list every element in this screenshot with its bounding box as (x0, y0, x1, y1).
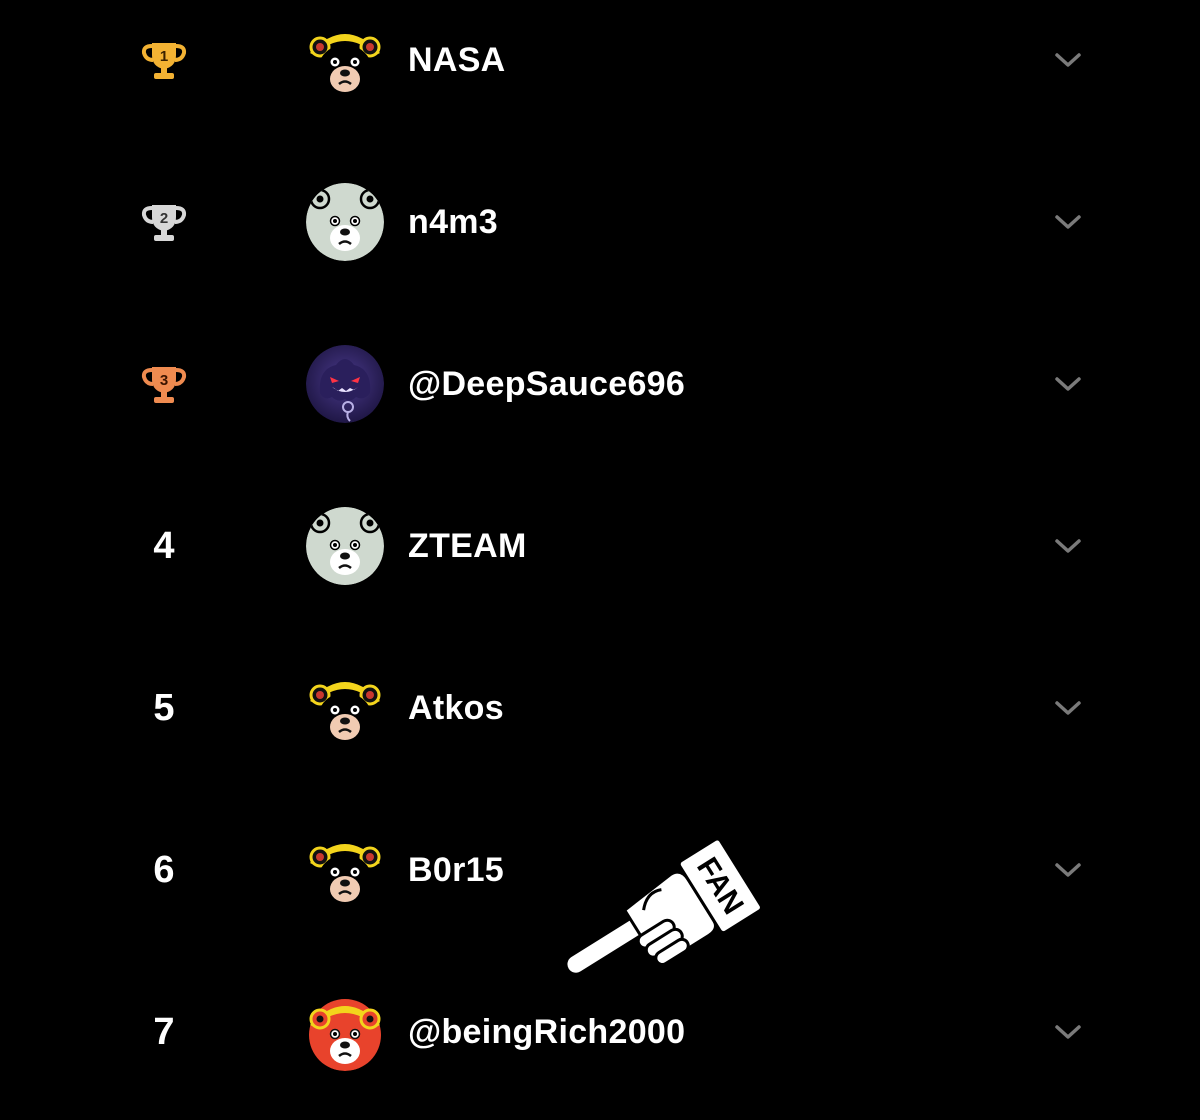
rank-badge: 2 (124, 162, 204, 282)
chevron-down-icon[interactable] (1050, 692, 1086, 724)
leaderboard-row[interactable]: 2 n4m3 (0, 162, 1200, 282)
rank-badge: 1 (124, 0, 204, 120)
rank-number: 5 (153, 686, 175, 729)
username: n4m3 (408, 203, 499, 241)
bear-avatar-icon (306, 993, 384, 1071)
rank-badge: 3 (124, 324, 204, 444)
avatar (306, 831, 384, 909)
bear-avatar-icon (306, 183, 384, 261)
bronze-trophy-icon: 3 (139, 359, 189, 409)
username: @beingRich2000 (408, 1013, 686, 1051)
bear-avatar-icon (306, 507, 384, 585)
username: ZTEAM (408, 527, 527, 565)
chevron-down-icon[interactable] (1050, 530, 1086, 562)
username: @DeepSauce696 (408, 365, 686, 403)
chevron-down-icon[interactable] (1050, 44, 1086, 76)
leaderboard-row[interactable]: 5 Atkos (0, 648, 1200, 768)
trophy-rank-label: 2 (160, 210, 168, 227)
fan-sticker: FAN (555, 837, 763, 988)
rank-number: 6 (153, 848, 175, 891)
avatar (306, 183, 384, 261)
avatar (306, 21, 384, 99)
trophy-rank-label: 3 (160, 372, 168, 389)
rank-number: 7 (153, 1010, 175, 1053)
chevron-down-icon[interactable] (1050, 854, 1086, 886)
chevron-down-icon[interactable] (1050, 206, 1086, 238)
chevron-down-icon[interactable] (1050, 1016, 1086, 1048)
username: NASA (408, 41, 506, 79)
bear-avatar-icon (306, 21, 384, 99)
pointing-hand-icon: FAN (564, 837, 763, 976)
rank-badge: 4 (124, 486, 204, 606)
leaderboard-row[interactable]: 7 @beingRich2000 (0, 972, 1200, 1092)
chevron-down-icon[interactable] (1050, 368, 1086, 400)
username: B0r15 (408, 851, 505, 889)
bear-avatar-icon (306, 669, 384, 747)
gold-trophy-icon: 1 (139, 35, 189, 85)
avatar (306, 507, 384, 585)
avatar (306, 669, 384, 747)
silver-trophy-icon: 2 (139, 197, 189, 247)
rank-number: 4 (153, 524, 175, 567)
leaderboard-row[interactable]: 4 ZTEAM (0, 486, 1200, 606)
username: Atkos (408, 689, 504, 727)
bear-avatar-icon (306, 831, 384, 909)
leaderboard-row[interactable]: 3 @DeepSauce696 (0, 324, 1200, 444)
rank-badge: 5 (124, 648, 204, 768)
rank-badge: 6 (124, 810, 204, 930)
ghost-avatar-icon (306, 345, 384, 423)
avatar (306, 993, 384, 1071)
leaderboard-row[interactable]: 1 NASA (0, 0, 1200, 120)
avatar (306, 345, 384, 423)
rank-badge: 7 (124, 972, 204, 1092)
trophy-rank-label: 1 (160, 48, 168, 65)
